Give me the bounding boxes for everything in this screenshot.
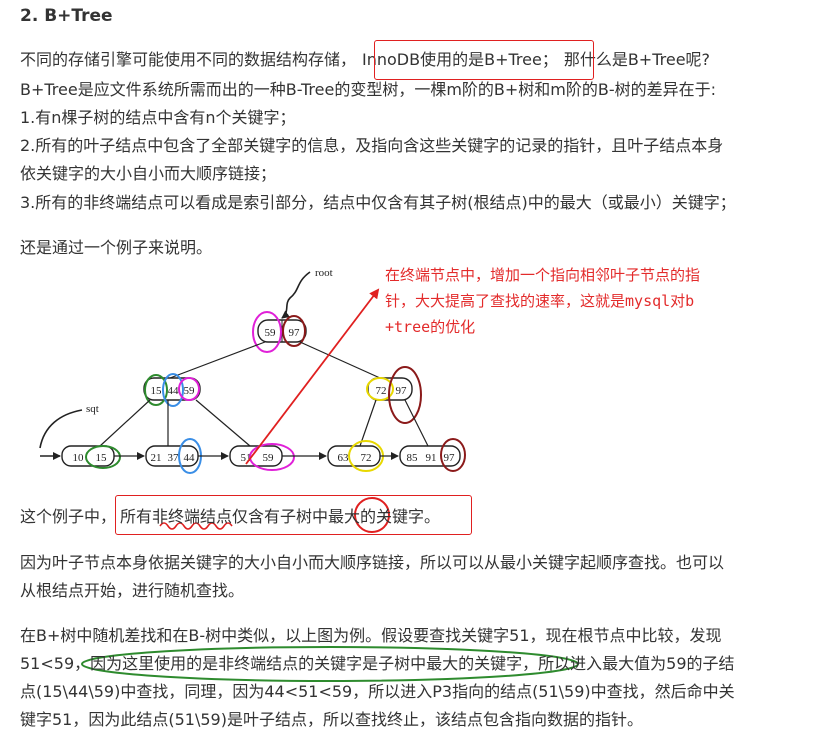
left-15-highlight [144,374,168,406]
leaf3-59-highlight [249,443,295,471]
annotation-line3: +tree的优化 [385,318,476,336]
leaf2-key-2: 37 [168,452,180,464]
leaf-node-4: 63 72 [327,445,381,467]
leaf5-97-highlight [440,438,466,472]
example-intro: 还是通过一个例子来说明。 [20,238,213,257]
leaf5-key-2: 91 [426,452,437,464]
paragraph1-line4: 2.所有的叶子结点中包含了全部关键字的信息，及指向含这些关键字的记录的指针，且叶… [20,136,724,155]
leaf1-key-1: 10 [73,452,85,464]
paragraph2-line2: 从根结点开始，进行随机查找。 [20,581,245,600]
edge-left-leaf3 [195,399,251,447]
example-prefix: 这个例子中， [20,507,117,526]
leaf-node-3: 51 59 [229,445,283,467]
leaf3-key-2: 59 [263,452,275,464]
annotation-line1: 在终端节点中，增加一个指向相邻叶子节点的指 [385,266,701,284]
paragraph1-line3: 1.有n棵子树的结点中含有n个关键字； [20,108,296,127]
annotation-arrow [245,288,380,465]
edge-root-left [169,341,266,379]
paragraph3-line2: 51<59，因为这里使用的是非终端结点的关键字是子树中最大的关键字，所以进入最大… [20,654,735,674]
right-key-1: 72 [376,385,387,397]
leaf4-72-highlight [348,440,384,472]
leaf1-key-2: 15 [96,452,108,464]
internal-node-left: 15 44 59 [143,377,201,401]
paragraph3-line3: 点(15\44\59)中查找，同理，因为44<51<59，所以进入P3指向的结点… [20,682,735,701]
annotation-note: 在终端节点中，增加一个指向相邻叶子节点的指 针，大大提高了查找的速率，这就是my… [385,262,805,340]
leaf-node-5: 85 91 97 [399,445,461,467]
edge-root-right [299,341,381,379]
leaf2-44-highlight [178,438,202,474]
paragraph3-line4: 键字51，因为此结点(51\59)是叶子结点，所以查找终止，该结点包含指向数据的… [20,710,643,729]
right-72-highlight [366,377,394,401]
leaf2-key-3: 44 [184,452,196,464]
paragraph2-line1: 因为叶子节点本身依据关键字的大小自小而大顺序链接，所以可以从最小关键字起顺序查找… [20,553,725,572]
edge-right-leaf5 [404,399,429,447]
leaf2-key-1: 21 [151,452,162,464]
root-key-2: 97 [289,327,301,339]
sqt-label: sqt [86,403,99,415]
root-59-highlight [252,311,282,353]
left-key-1: 15 [151,385,163,397]
edge-right-leaf4 [359,399,377,447]
paragraph1-line1: 不同的存储引擎可能使用不同的数据结构存储， InnoDB使用的是B+Tree； 那什… [20,50,710,70]
left-44-highlight [162,373,184,407]
p3-line2-suffix: ，所以进入最大值为59的子结 [522,654,735,673]
line1-suffix: 那什么是B+Tree呢? [563,50,711,69]
leaf3-key-1: 51 [241,452,252,464]
left-59-highlight [178,377,200,401]
root-97-highlight [282,315,306,347]
leaf4-key-1: 63 [338,452,350,464]
p3-highlight-phrase: 因为这里使用的是非终端结点的关键字是子树中最大的关键字 [90,654,523,673]
section-heading: 2. B+Tree [20,6,113,26]
root-node: 59 97 [257,319,307,343]
leaf5-key-1: 85 [407,452,419,464]
innodb-highlight: InnoDB使用的是B+Tree； [362,50,558,69]
sqt-pointer [39,409,83,449]
left-key-3: 59 [184,385,196,397]
left-key-2: 44 [168,385,180,397]
leaf4-key-2: 72 [361,452,372,464]
leaf1-15-highlight [85,445,121,469]
leaf-node-2: 21 37 44 [145,445,199,467]
right-key-2: 97 [396,385,408,397]
line1-prefix: 不同的存储引擎可能使用不同的数据结构存储， [20,50,357,69]
leaf5-key-3: 97 [444,452,456,464]
paragraph3-line1: 在B+树中随机差找和在B-树中类似，以上图为例。假设要查找关键字51，现在根节点… [20,626,722,645]
example-boxed-text: 所有非终端结点仅含有子树中最大的关键字。 [120,507,441,526]
paragraph1-line2: B+Tree是应文件系统所需而出的一种B-Tree的变型树，一棵m阶的B+树和m… [20,80,717,99]
root-key-1: 59 [265,327,277,339]
paragraph1-line6: 3.所有的非终端结点可以看成是索引部分，结点中仅含有其子树(根结点)中的最大（或… [20,193,736,212]
right-97-highlight [388,366,422,424]
root-pointer-arrow [281,271,311,319]
edge-left-leaf1 [99,399,151,447]
root-label: root [315,267,333,279]
p3-line2-prefix: 51<59， [20,654,91,673]
example-line: 这个例子中， 所有非终端结点仅含有子树中最大的关键字。 [20,507,444,527]
internal-node-right: 72 97 [367,377,413,401]
annotation-line2: 针，大大提高了查找的速率，这就是mysql对b [385,292,695,310]
leaf-node-1: 10 15 [61,445,115,467]
paragraph1-line5: 依关键字的大小自小而大顺序链接； [20,164,277,183]
